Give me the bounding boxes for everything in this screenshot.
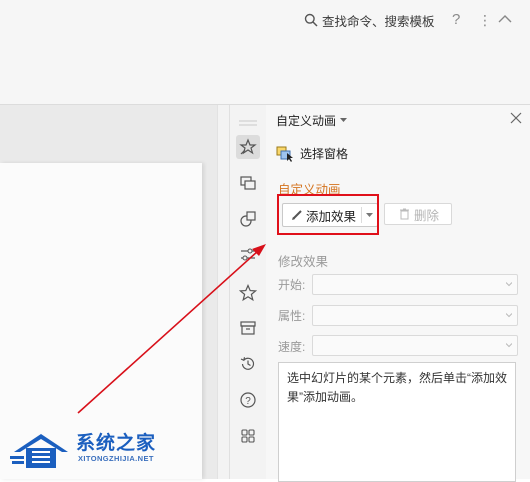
modify-effect-title: 修改效果 — [278, 255, 329, 269]
chevron-down-icon — [506, 282, 512, 287]
apps-icon[interactable] — [236, 424, 260, 448]
selection-pane-icon — [276, 146, 293, 162]
more-icon: ⋮ — [478, 12, 492, 28]
pane-title-dropdown[interactable]: 自定义动画 — [276, 112, 348, 129]
animation-list[interactable]: 选中幻灯片的某个元素，然后单击“添加效果”添加动画。 — [278, 362, 516, 482]
search-label: 查找命令、搜索模板 — [322, 14, 435, 29]
watermark-logo: 系统之家 XITONGZHIJIA.NET — [10, 428, 160, 474]
watermark-url: XITONGZHIJIA.NET — [78, 454, 154, 463]
help-button[interactable]: ? — [452, 11, 464, 29]
svg-text:?: ? — [245, 396, 251, 407]
slide-transition-icon[interactable] — [236, 171, 260, 195]
house-logo-icon — [10, 434, 68, 468]
property-select[interactable] — [312, 305, 518, 326]
property-label: 属性: — [278, 309, 306, 323]
close-pane-button[interactable] — [510, 112, 522, 124]
shapes-icon[interactable] — [236, 207, 260, 231]
help-icon: ? — [452, 11, 461, 28]
chevron-down-icon — [506, 313, 512, 318]
start-label: 开始: — [278, 278, 306, 292]
caret-down-icon — [340, 118, 348, 122]
top-ribbon: 查找命令、搜索模板 ? ⋮ — [0, 0, 530, 105]
history-icon[interactable] — [236, 352, 260, 376]
side-icon-rail: ? — [229, 105, 267, 479]
archive-icon[interactable] — [236, 316, 260, 340]
speed-label: 速度: — [278, 340, 306, 354]
more-button[interactable]: ⋮ — [478, 11, 492, 29]
chevron-down-icon — [506, 343, 512, 348]
close-icon — [510, 112, 522, 124]
pane-title: 自定义动画 — [276, 114, 337, 128]
selection-pane-label: 选择窗格 — [300, 147, 349, 161]
help-icon[interactable]: ? — [236, 388, 260, 412]
collapse-ribbon-button[interactable] — [497, 10, 513, 28]
speed-select[interactable] — [312, 335, 518, 356]
start-select[interactable] — [312, 274, 518, 295]
star-icon[interactable] — [236, 281, 260, 305]
selection-pane-link[interactable]: 选择窗格 — [276, 145, 348, 162]
animation-icon[interactable] — [236, 135, 260, 159]
rail-grip-icon[interactable] — [239, 115, 257, 126]
delete-label: 删除 — [414, 208, 440, 223]
highlight-box — [277, 194, 379, 235]
delete-button[interactable]: 删除 — [384, 203, 452, 225]
command-search[interactable]: 查找命令、搜索模板 — [304, 11, 435, 29]
properties-icon[interactable] — [236, 243, 260, 267]
custom-animation-pane: 自定义动画 选择窗格 自定义动画 添加效果 删除 修改效果 开始: 属性: 速度… — [266, 105, 530, 482]
trash-icon — [400, 208, 409, 220]
search-icon — [304, 13, 318, 27]
watermark-name: 系统之家 — [76, 433, 157, 454]
animation-list-hint: 选中幻灯片的某个元素，然后单击“添加效果”添加动画。 — [287, 371, 507, 404]
chevron-up-icon — [498, 15, 512, 23]
